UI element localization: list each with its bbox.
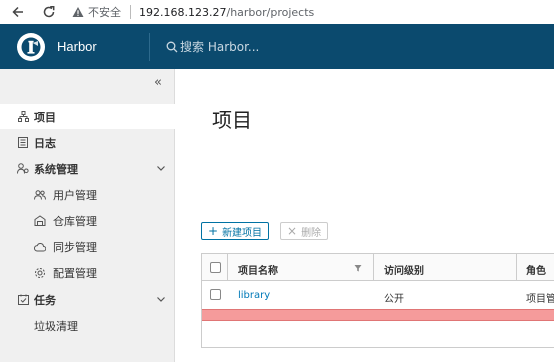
global-search[interactable]: 搜索 Harbor... xyxy=(166,38,259,55)
harbor-logo-icon[interactable] xyxy=(17,32,45,61)
replication-icon xyxy=(34,241,46,253)
insecure-label: 不安全 xyxy=(88,6,121,19)
reload-icon xyxy=(43,6,55,18)
users-icon xyxy=(34,189,46,201)
arrow-left-icon xyxy=(12,6,23,18)
search-input[interactable]: 搜索 Harbor... xyxy=(180,38,259,55)
delete-button[interactable]: × 删除 xyxy=(280,222,329,240)
address-bar[interactable]: 不安全 192.168.123.27/harbor/projects xyxy=(72,1,314,23)
table-header: 项目名称 访问级别 角色 xyxy=(202,254,554,281)
plus-icon: + xyxy=(208,224,219,238)
lighthouse-icon xyxy=(21,37,41,56)
sidebar-item-admin[interactable]: 系统管理 xyxy=(0,156,175,181)
header-divider xyxy=(149,33,150,61)
column-divider xyxy=(227,254,228,281)
projects-table: 项目名称 访问级别 角色 library 公开 项目管 xyxy=(201,253,554,348)
role: 项目管 xyxy=(526,294,554,305)
config-icon xyxy=(34,267,46,279)
logs-icon xyxy=(17,137,29,149)
projects-icon xyxy=(17,111,29,123)
sidebar-item-label: 系统管理 xyxy=(34,162,78,176)
page-title: 项目 xyxy=(212,108,252,132)
sidebar-item-label: 项目 xyxy=(34,110,56,124)
sidebar-item-label: 垃圾清理 xyxy=(34,319,78,333)
sidebar-item-users[interactable]: 用户管理 xyxy=(0,182,175,207)
sidebar-item-logs[interactable]: 日志 xyxy=(0,130,175,155)
row-checkbox[interactable] xyxy=(210,289,221,300)
close-icon: × xyxy=(287,224,298,238)
select-all-checkbox[interactable] xyxy=(210,262,221,273)
chevron-down-icon[interactable] xyxy=(156,163,166,173)
column-header-name[interactable]: 项目名称 xyxy=(238,262,278,277)
sidebar-item-gc[interactable]: 垃圾清理 xyxy=(0,313,175,338)
registries-icon xyxy=(34,215,46,227)
url-divider xyxy=(130,5,131,19)
sidebar-item-label: 日志 xyxy=(34,136,56,150)
column-divider xyxy=(373,254,374,281)
sidebar-item-projects[interactable]: 项目 xyxy=(0,104,175,129)
browser-toolbar: 不安全 192.168.123.27/harbor/projects xyxy=(0,0,554,24)
admin-icon xyxy=(17,163,29,175)
search-icon xyxy=(166,41,178,52)
app-header: Harbor 搜索 Harbor... xyxy=(0,24,554,69)
access-level: 公开 xyxy=(384,294,404,305)
sidebar-item-tasks[interactable]: 任务 xyxy=(0,287,175,312)
app-name[interactable]: Harbor xyxy=(57,39,97,54)
tasks-icon xyxy=(17,294,29,306)
sidebar-item-label: 用户管理 xyxy=(53,188,97,202)
chevron-down-icon[interactable] xyxy=(156,294,166,304)
column-header-access[interactable]: 访问级别 xyxy=(384,262,424,277)
back-button[interactable] xyxy=(7,1,29,23)
sidebar-item-registries[interactable]: 仓库管理 xyxy=(0,208,175,233)
project-name-link[interactable]: library xyxy=(238,290,270,301)
new-project-label: 新建项目 xyxy=(222,227,263,239)
sidebar-item-label: 同步管理 xyxy=(53,240,97,254)
new-project-button[interactable]: + 新建项目 xyxy=(201,222,270,240)
reload-button[interactable] xyxy=(38,1,60,23)
column-divider xyxy=(516,254,517,281)
column-header-role[interactable]: 角色 xyxy=(526,262,546,277)
sidebar-item-label: 仓库管理 xyxy=(53,214,97,228)
sidebar-item-replication[interactable]: 同步管理 xyxy=(0,234,175,259)
sidebar-item-label: 任务 xyxy=(34,293,56,307)
sidebar: « 项目 日志 系统管理 用户管理 仓库管理 同步管理 配置管理 任务 垃圾清理 xyxy=(0,69,175,362)
warning-icon xyxy=(72,7,84,17)
highlight-bar xyxy=(202,309,554,321)
url-host: 192.168.123.27 xyxy=(139,5,227,19)
collapse-sidebar-button[interactable]: « xyxy=(154,75,162,90)
table-row: library 公开 项目管 xyxy=(202,282,554,309)
url-path: /harbor/projects xyxy=(226,5,315,19)
sidebar-item-config[interactable]: 配置管理 xyxy=(0,260,175,285)
delete-label: 删除 xyxy=(301,227,322,239)
filter-icon[interactable] xyxy=(354,264,362,272)
sidebar-item-label: 配置管理 xyxy=(53,266,97,280)
